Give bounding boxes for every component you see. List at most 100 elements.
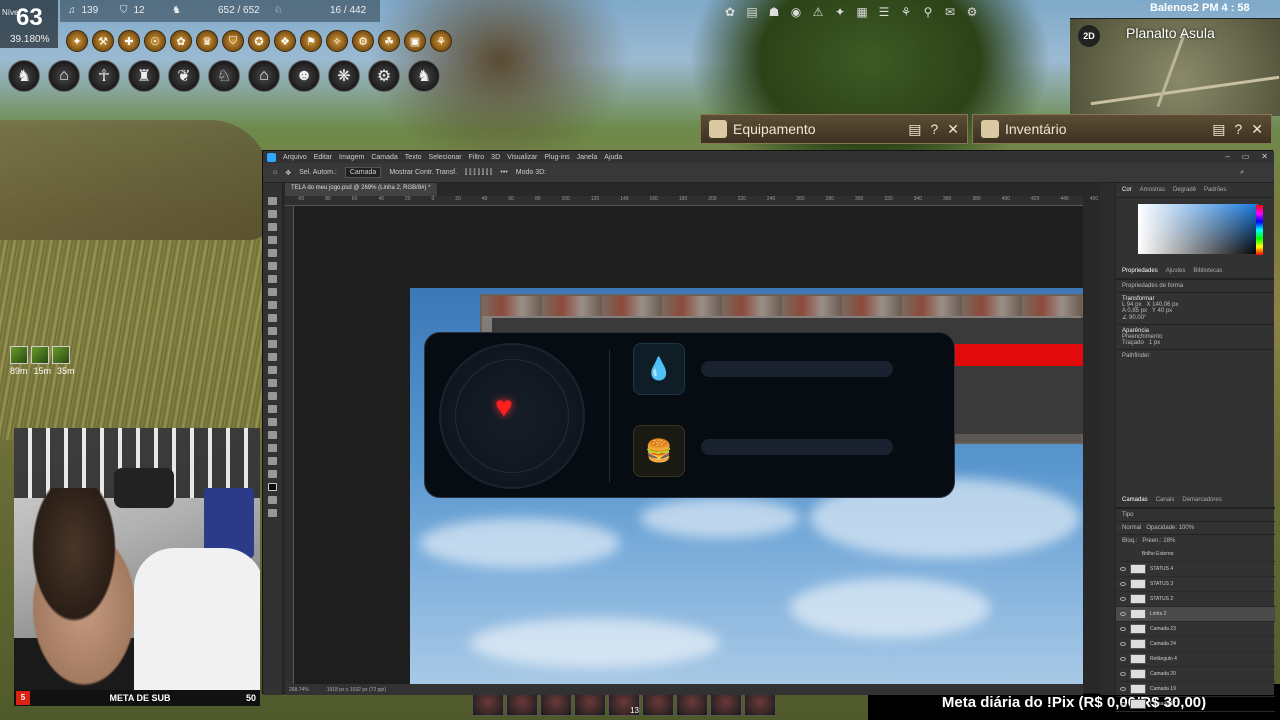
auto-select-checkbox[interactable]: Sel. Autom.: (299, 169, 337, 176)
layer-row[interactable]: Camada 17 (1116, 697, 1275, 712)
layer-row[interactable]: STATUS 4 (1116, 562, 1275, 577)
minimap-2d-toggle[interactable]: 2D (1078, 25, 1100, 47)
crop-tool-icon[interactable] (268, 249, 277, 257)
blend-mode[interactable]: Normal (1122, 525, 1141, 531)
guild-icon[interactable]: ☥ (88, 60, 120, 92)
menu-item[interactable]: Ajuda (604, 154, 622, 161)
equipment-panel-header[interactable]: Equipamento ▤? ✕ (700, 114, 968, 144)
horse-menu-icon[interactable]: ♞ (8, 60, 40, 92)
lasso-tool-icon[interactable] (268, 223, 277, 231)
layer-row[interactable]: Camada 23 (1116, 622, 1275, 637)
menu-item[interactable]: Plug-ins (544, 154, 569, 161)
menu-icon-14[interactable]: ▣ (404, 30, 426, 52)
layer-row-selected[interactable]: Linha 2 (1116, 607, 1275, 622)
menu-icon-3[interactable]: ✚ (118, 30, 140, 52)
screen-mode-icon[interactable] (268, 509, 277, 517)
mount-icon[interactable]: ♘ (208, 60, 240, 92)
tr-icon-11[interactable]: ✉ (940, 2, 960, 22)
hue-slider[interactable] (1256, 205, 1263, 255)
zoom-level[interactable]: 268.74% (289, 687, 309, 693)
house-icon[interactable]: ⌂ (248, 60, 280, 92)
menu-icon-5[interactable]: ✿ (170, 30, 192, 52)
eye-icon[interactable] (1120, 612, 1126, 616)
pen-tool-icon[interactable] (268, 392, 277, 400)
layer-row[interactable]: STATUS 2 (1116, 592, 1275, 607)
menu-icon-8[interactable]: ✪ (248, 30, 270, 52)
menu-icon-13[interactable]: ☘ (378, 30, 400, 52)
menu-item[interactable]: Selecionar (429, 154, 462, 161)
zoom-tool-icon[interactable] (268, 457, 277, 465)
color-swatch-icon[interactable] (268, 483, 277, 491)
tr-icon-3[interactable]: ☗ (764, 2, 784, 22)
stamp-tool-icon[interactable] (268, 314, 277, 322)
layer-row[interactable]: Camada 20 (1116, 667, 1275, 682)
eye-icon[interactable] (1120, 567, 1126, 571)
menu-item[interactable]: Filtro (469, 154, 485, 161)
minimap[interactable]: 2D Planalto Asula (1070, 18, 1280, 116)
menu-item[interactable]: Visualizar (507, 154, 537, 161)
menu-item[interactable]: Texto (405, 154, 422, 161)
home-icon[interactable]: ⌂ (48, 60, 80, 92)
marquee-tool-icon[interactable] (268, 210, 277, 218)
eye-icon[interactable] (1120, 702, 1126, 706)
menu-icon-2[interactable]: ⚒ (92, 30, 114, 52)
tab-swatches[interactable]: Amostras (1140, 187, 1165, 193)
maximize-icon[interactable]: ▭ (1242, 152, 1250, 161)
pathfinder-section[interactable]: Pathfinder (1116, 349, 1274, 362)
eraser-icon[interactable] (268, 340, 277, 348)
tr-icon-9[interactable]: ⚘ (896, 2, 916, 22)
layer-row[interactable]: Retângulo 4 (1116, 652, 1275, 667)
pet-icon[interactable]: ❦ (168, 60, 200, 92)
tr-icon-1[interactable]: ✿ (720, 2, 740, 22)
history-brush-icon[interactable] (268, 327, 277, 335)
tab-properties[interactable]: Propriedades (1122, 268, 1158, 274)
layer-effect[interactable]: Brilho Externo (1116, 547, 1275, 562)
menu-item[interactable]: Imagem (339, 154, 364, 161)
stroke-label[interactable]: Traçado (1122, 340, 1144, 346)
frame-tool-icon[interactable] (268, 262, 277, 270)
close-icon[interactable]: ✕ (1251, 121, 1263, 138)
castle-icon[interactable]: ♜ (128, 60, 160, 92)
document-icon[interactable]: ▤ (1212, 121, 1225, 138)
tr-icon-4[interactable]: ◉ (786, 2, 806, 22)
canvas-area[interactable]: ♥ 💧 🍔 (294, 206, 1083, 684)
tab-libraries[interactable]: Bibliotecas (1193, 268, 1222, 274)
layer-row[interactable]: STATUS 3 (1116, 577, 1275, 592)
menu-icon-12[interactable]: ⚙ (352, 30, 374, 52)
more-icon[interactable]: ••• (500, 169, 507, 176)
healing-brush-icon[interactable] (268, 288, 277, 296)
inventory-panel-header[interactable]: Inventário ▤? ✕ (972, 114, 1272, 144)
layer-row[interactable]: Camada 19 (1116, 682, 1275, 697)
menu-icon-4[interactable]: ☉ (144, 30, 166, 52)
hand-tool-icon[interactable] (268, 444, 277, 452)
fill-field[interactable]: Preen.: 28% (1142, 538, 1175, 544)
tr-icon-7[interactable]: ▦ (852, 2, 872, 22)
help-icon[interactable]: ? (930, 121, 938, 138)
layer-row[interactable]: Camada 24 (1116, 637, 1275, 652)
shape-tool-icon[interactable] (268, 431, 277, 439)
help-icon[interactable]: ? (1234, 121, 1242, 138)
tr-icon-12[interactable]: ⚙ (962, 2, 982, 22)
tab-color[interactable]: Cor (1122, 187, 1132, 193)
eyedropper-icon[interactable] (268, 275, 277, 283)
document-icon[interactable]: ▤ (908, 121, 921, 138)
close-icon[interactable]: ✕ (1261, 152, 1268, 161)
dodge-tool-icon[interactable] (268, 379, 277, 387)
menu-icon-6[interactable]: ♛ (196, 30, 218, 52)
document-canvas[interactable]: ♥ 💧 🍔 (410, 288, 1083, 684)
height-field[interactable]: 0.85 px (1127, 308, 1147, 314)
opacity-field[interactable]: Opacidade: 100% (1146, 525, 1194, 531)
more-tools-icon[interactable] (268, 470, 277, 478)
align-icons[interactable]: ⫿ ⫿ ⫿ ⫿ ⫿ ⫿ ⫿ (465, 169, 492, 177)
tab-adjustments[interactable]: Ajustes (1166, 268, 1186, 274)
home-icon[interactable]: ⌂ (273, 169, 277, 176)
menu-icon-1[interactable]: ✦ (66, 30, 88, 52)
magic-wand-icon[interactable] (268, 236, 277, 244)
menu-icon-11[interactable]: ✧ (326, 30, 348, 52)
menu-icon-7[interactable]: ⛉ (222, 30, 244, 52)
blur-tool-icon[interactable] (268, 366, 277, 374)
document-tab[interactable]: TELA do meu jogo.psd @ 269% (Linha 2, RG… (285, 183, 438, 196)
brush-tool-icon[interactable] (268, 301, 277, 309)
eye-icon[interactable] (1120, 597, 1126, 601)
menu-icon-15[interactable]: ⚘ (430, 30, 452, 52)
